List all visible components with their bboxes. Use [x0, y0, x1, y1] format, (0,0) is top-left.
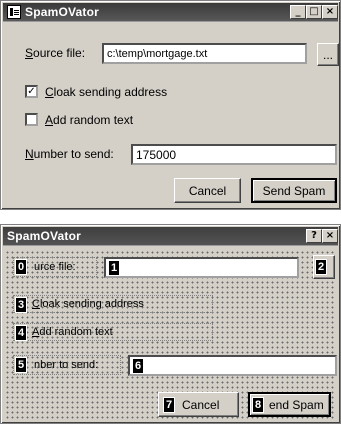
source-file-label-access-key: S: [25, 46, 34, 60]
tab-index-2: 2: [315, 259, 328, 275]
tab-index-5: 5: [15, 357, 28, 373]
number-to-send-label: Number to send:: [25, 147, 114, 161]
minimize-button[interactable]: _: [290, 5, 306, 19]
tab-index-3: 3: [15, 297, 28, 313]
tab-badge-5: 5: [15, 357, 28, 373]
spamovator-dialog: SpamOVator _ □ × Source file: ... ✓ Cloa…: [0, 0, 341, 210]
title-bar-design[interactable]: SpamOVator ? ×: [3, 227, 338, 246]
tab-order-designer-view: SpamOVator ? × 0 urce file: 1 2 3 Cloak …: [0, 224, 341, 424]
random-design-text: dd random text: [39, 326, 113, 338]
tab-badge-8: 8: [252, 397, 265, 413]
cloak-label-text: loak sending address: [53, 85, 168, 99]
tab-badge-6: 6: [132, 358, 145, 374]
help-button[interactable]: ?: [306, 229, 322, 243]
tab-badge-2: 2: [315, 259, 328, 275]
random-text-checkbox[interactable]: [25, 113, 38, 126]
source-file-label-text: ource file:: [33, 46, 86, 60]
close-button-design[interactable]: ×: [322, 229, 338, 243]
close-button[interactable]: ×: [322, 5, 338, 19]
cancel-button[interactable]: Cancel: [174, 178, 241, 203]
number-label-access-key: N: [25, 147, 34, 161]
number-to-send-input[interactable]: [131, 144, 337, 165]
random-text-label-text: dd random text: [53, 113, 134, 127]
cloak-label: Cloak sending address: [45, 85, 167, 99]
tab-index-4: 4: [15, 325, 28, 341]
number-label-text: umber to send:: [33, 147, 114, 161]
cancel-label-design: Cancel: [182, 398, 220, 412]
window-title-design: SpamOVator: [7, 229, 82, 243]
tab-badge-3: 3: [15, 297, 28, 313]
tab-badge-4: 4: [15, 325, 28, 341]
random-label-design: Add random text: [32, 326, 113, 338]
app-icon: [7, 5, 21, 19]
tab-index-0: 0: [15, 259, 28, 275]
number-input-design[interactable]: [128, 355, 337, 376]
random-text-label: Add random text: [45, 113, 133, 127]
send-label-design: end Spam: [269, 398, 324, 412]
source-file-label: Source file:: [25, 46, 85, 60]
cloak-design-text: loak sending address: [39, 298, 144, 310]
tab-badge-1: 1: [108, 260, 121, 276]
title-bar[interactable]: SpamOVator _ □ ×: [3, 3, 338, 22]
source-label-design: urce file:: [34, 261, 76, 273]
browse-button[interactable]: ...: [317, 43, 339, 66]
window-title: SpamOVator: [25, 5, 100, 19]
send-spam-button[interactable]: Send Spam: [251, 178, 337, 203]
source-input-design[interactable]: [104, 257, 299, 278]
random-text-label-access-key: A: [45, 113, 54, 127]
number-label-design: nber to send:: [34, 359, 99, 371]
cloak-checkbox[interactable]: ✓: [25, 85, 38, 98]
maximize-button[interactable]: □: [306, 5, 322, 19]
cloak-label-access-key: C: [45, 85, 54, 99]
tab-badge-0: 0: [15, 259, 28, 275]
tab-index-8: 8: [252, 397, 265, 413]
cloak-label-design: Cloak sending address: [32, 298, 144, 310]
tab-index-1: 1: [108, 260, 121, 276]
source-file-input[interactable]: [102, 43, 307, 64]
tab-index-6: 6: [132, 358, 145, 374]
cloak-design-access-key: C: [32, 298, 40, 310]
tab-badge-7: 7: [163, 397, 176, 413]
tab-index-7: 7: [163, 397, 176, 413]
